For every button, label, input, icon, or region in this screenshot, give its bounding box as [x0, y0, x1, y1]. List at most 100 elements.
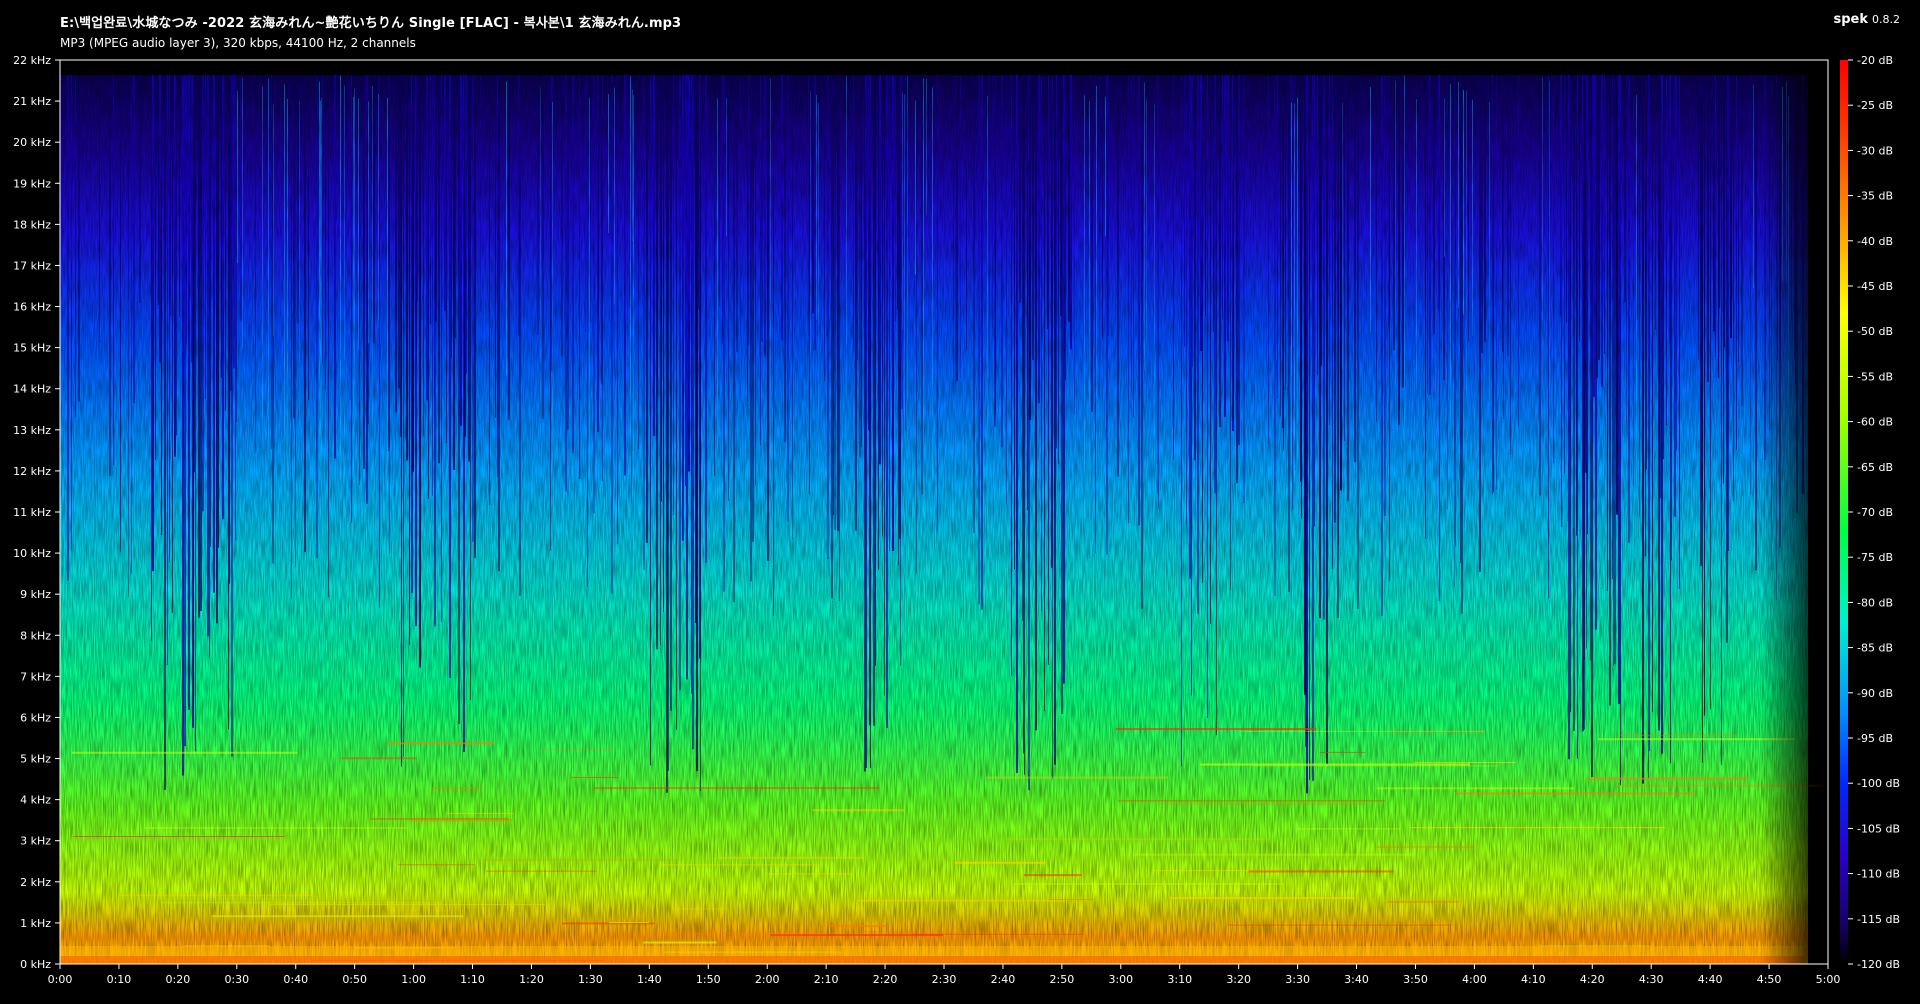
time-tick-label: 1:50: [696, 973, 721, 986]
spectrogram-noise-texture: [60, 75, 1808, 964]
db-tick-label: -45 dB: [1857, 280, 1893, 293]
time-tick-label: 0:40: [283, 973, 308, 986]
harmonic-line: [1200, 763, 1470, 766]
harmonic-line: [211, 915, 464, 918]
frequency-tick-label: 6 kHz: [20, 711, 51, 724]
time-tick-label: 2:20: [873, 973, 898, 986]
frequency-tick-label: 4 kHz: [20, 794, 51, 807]
frequency-tick-label: 20 kHz: [13, 136, 51, 149]
harmonic-line: [1013, 883, 1284, 885]
harmonic-line: [1377, 845, 1475, 848]
db-tick-label: -55 dB: [1857, 370, 1893, 383]
frequency-tick-label: 8 kHz: [20, 629, 51, 642]
time-tick-label: 5:00: [1816, 973, 1841, 986]
harmonic-line: [1133, 853, 1413, 856]
frequency-tick-label: 12 kHz: [13, 465, 51, 478]
time-tick-label: 1:10: [460, 973, 485, 986]
db-tick-label: -105 dB: [1857, 822, 1900, 835]
time-tick-label: 0:30: [224, 973, 249, 986]
time-tick-label: 4:40: [1698, 973, 1723, 986]
db-tick-label: -95 dB: [1857, 732, 1893, 745]
harmonic-line: [411, 819, 513, 822]
harmonic-line: [117, 894, 313, 896]
harmonic-line: [986, 776, 1169, 779]
time-tick-label: 4:30: [1639, 973, 1664, 986]
time-tick-label: 0:50: [342, 973, 367, 986]
frequency-tick-label: 11 kHz: [13, 506, 51, 519]
db-scale-axis: -20 dB -25 dB -30 dB -35 dB -40 dB -45 dB -50 …: [1848, 54, 1900, 971]
harmonic-line: [1023, 874, 1082, 877]
harmonic-line: [1048, 899, 1094, 901]
frequency-tick-label: 1 kHz: [20, 917, 51, 930]
spectrogram-plot: [60, 60, 1828, 964]
harmonic-line: [341, 757, 417, 760]
sub-bass-band: [60, 956, 1805, 964]
frequency-tick-label: 17 kHz: [13, 259, 51, 272]
frequency-tick-label: 18 kHz: [13, 218, 51, 231]
frequency-tick-label: 7 kHz: [20, 670, 51, 683]
harmonic-line: [570, 776, 618, 778]
harmonic-line: [483, 859, 677, 861]
db-colorbar: [1840, 60, 1848, 964]
frequency-tick-label: 16 kHz: [13, 301, 51, 314]
harmonic-line: [1414, 762, 1517, 764]
frequency-tick-label: 10 kHz: [13, 547, 51, 560]
time-tick-label: 1:20: [519, 973, 544, 986]
harmonic-line: [671, 908, 723, 910]
harmonic-line: [1297, 828, 1401, 830]
harmonic-line: [854, 931, 916, 933]
db-tick-label: -115 dB: [1857, 913, 1900, 926]
time-tick-label: 3:40: [1344, 973, 1369, 986]
harmonic-line: [486, 870, 597, 872]
frequency-axis: 0 kHz 1 kHz 2 kHz 3 kHz 4 kHz 5 kHz 6 kHz 7 kHz…: [13, 54, 60, 971]
time-tick-label: 1:30: [578, 973, 603, 986]
harmonic-line: [144, 827, 408, 829]
frequency-tick-label: 15 kHz: [13, 342, 51, 355]
harmonic-line: [1115, 728, 1317, 731]
harmonic-line: [660, 864, 820, 866]
harmonic-line: [1376, 787, 1575, 790]
time-tick-label: 4:20: [1580, 973, 1605, 986]
time-tick-label: 2:50: [1050, 973, 1075, 986]
time-tick-label: 0:20: [166, 973, 191, 986]
harmonic-line: [643, 941, 717, 944]
db-tick-label: -90 dB: [1857, 687, 1893, 700]
harmonic-line: [1254, 765, 1500, 767]
harmonic-line: [717, 856, 865, 859]
db-tick-label: -30 dB: [1857, 144, 1893, 157]
harmonic-line: [613, 933, 825, 935]
harmonic-line: [1169, 897, 1355, 900]
frequency-tick-label: 3 kHz: [20, 835, 51, 848]
db-tick-label: -75 dB: [1857, 551, 1893, 564]
time-tick-label: 4:50: [1757, 973, 1782, 986]
time-tick-label: 2:40: [991, 973, 1016, 986]
harmonic-line: [1455, 792, 1697, 795]
harmonic-line: [1159, 803, 1367, 805]
harmonic-line: [1615, 784, 1828, 787]
db-tick-label: -65 dB: [1857, 461, 1893, 474]
frequency-tick-label: 13 kHz: [13, 424, 51, 437]
frequency-tick-label: 5 kHz: [20, 753, 51, 766]
time-tick-label: 4:10: [1521, 973, 1546, 986]
frequency-tick-label: 14 kHz: [13, 383, 51, 396]
time-tick-label: 2:10: [814, 973, 839, 986]
harmonic-line: [857, 899, 1066, 902]
time-tick-label: 3:00: [1108, 973, 1133, 986]
time-tick-label: 2:30: [932, 973, 957, 986]
harmonic-line: [594, 787, 880, 790]
harmonic-line: [1228, 924, 1452, 926]
time-tick-label: 0:10: [107, 973, 132, 986]
harmonic-line: [397, 864, 476, 866]
time-tick-label: 3:30: [1285, 973, 1310, 986]
db-tick-label: -100 dB: [1857, 777, 1900, 790]
harmonic-line: [1586, 777, 1749, 780]
harmonic-line: [217, 935, 422, 938]
harmonic-line: [387, 742, 495, 745]
harmonic-line: [766, 873, 852, 875]
time-tick-label: 3:10: [1167, 973, 1192, 986]
db-tick-label: -50 dB: [1857, 325, 1893, 338]
time-axis: 0:00 0:10 0:20 0:30 0:40 0:50 1:00 1:10 1:20 1:30…: [48, 964, 1841, 986]
db-tick-label: -80 dB: [1857, 596, 1893, 609]
frequency-tick-label: 0 kHz: [20, 958, 51, 971]
harmonic-line: [828, 925, 888, 928]
